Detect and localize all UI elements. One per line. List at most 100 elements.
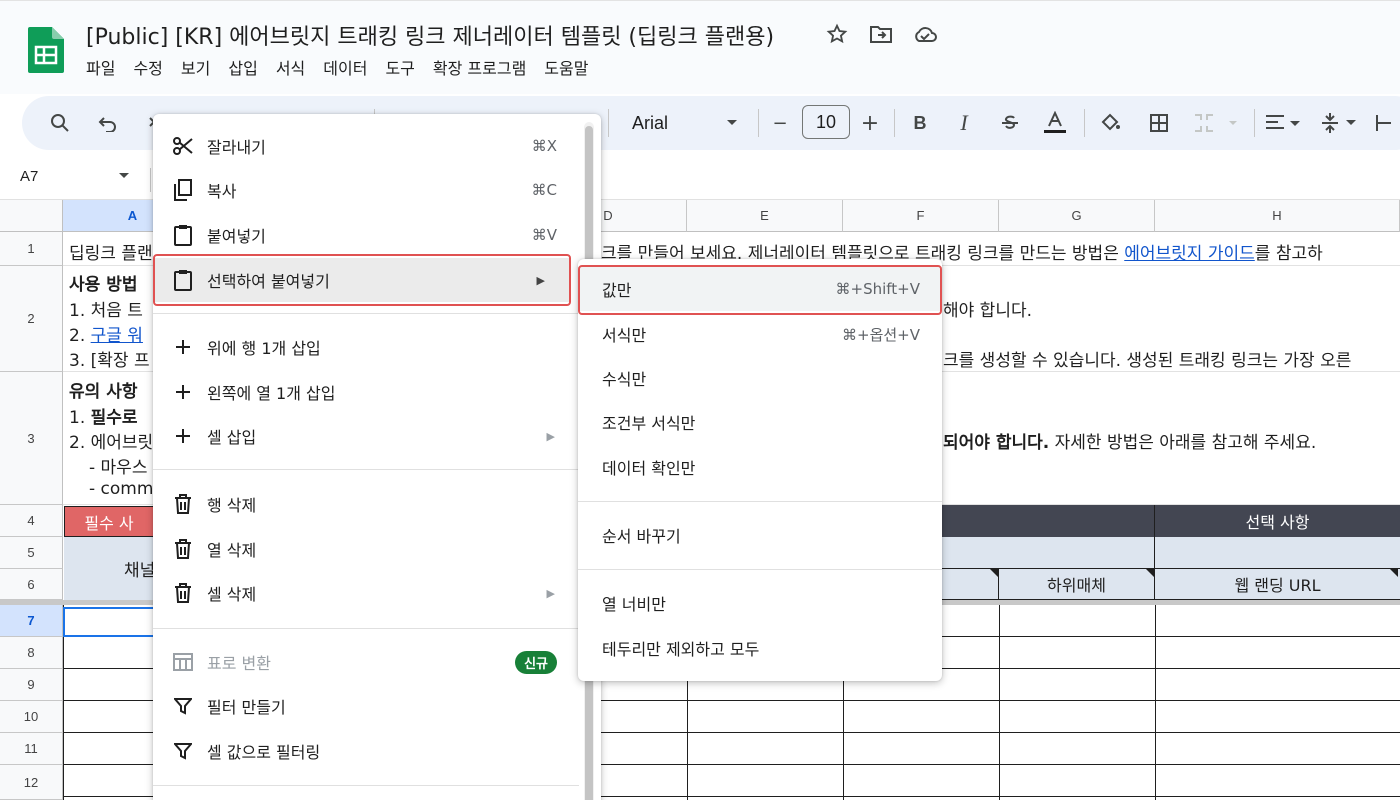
paste-format-only-menu-item[interactable]: 서식만 ⌘+옵션+V [578, 312, 942, 356]
row-header-5[interactable]: 5 [0, 537, 63, 569]
italic-button[interactable]: I [952, 96, 976, 150]
paste-column-widths-only-menu-item[interactable]: 열 너비만 [578, 581, 942, 625]
plus-icon [171, 424, 195, 448]
text-color-icon[interactable] [1038, 96, 1072, 150]
horizontal-align-icon[interactable] [1262, 96, 1306, 150]
notes-item-2-tail-text: 자세한 방법은 아래를 참고해 주세요. [1049, 433, 1317, 453]
menu-edit[interactable]: 수정 [133, 55, 162, 79]
row-header-4[interactable]: 4 [0, 505, 63, 537]
column-header-e[interactable]: E [687, 200, 843, 232]
vertical-align-icon[interactable] [1318, 96, 1362, 150]
row-header-11[interactable]: 11 [0, 733, 63, 765]
merge-cells-icon[interactable] [1190, 96, 1246, 150]
notes-item-1: 1. 필수로 [69, 403, 138, 428]
bold-button[interactable]: B [908, 96, 932, 150]
copy-shortcut: ⌘C [531, 181, 557, 199]
group-header-cell[interactable] [942, 537, 1155, 569]
row-header-8[interactable]: 8 [0, 637, 63, 669]
menu-help[interactable]: 도움말 [544, 55, 588, 79]
column-header-g[interactable]: G [999, 200, 1155, 232]
cell-a1[interactable]: 딥링크 플랜 [69, 239, 153, 264]
insert-cells-menu-item[interactable]: 셀 삽입 ▶ [153, 414, 579, 458]
menu-file[interactable]: 파일 [86, 55, 115, 79]
copy-menu-item[interactable]: 복사 ⌘C [153, 168, 579, 212]
selected-cell-a7[interactable] [63, 607, 155, 637]
move-folder-icon[interactable] [868, 21, 894, 47]
menu-insert[interactable]: 삽입 [228, 55, 257, 79]
row-header-2[interactable]: 2 [0, 266, 63, 372]
text-wrap-icon[interactable] [1372, 96, 1396, 150]
delete-column-menu-item[interactable]: 열 삭제 [153, 527, 579, 571]
f6-header-cell[interactable] [942, 569, 999, 600]
insert-cells-label: 셀 삽입 [207, 428, 257, 447]
menu-tools[interactable]: 도구 [385, 55, 414, 79]
menu-data[interactable]: 데이터 [323, 55, 367, 79]
increase-font-size-button[interactable]: + [858, 96, 882, 150]
paste-all-except-borders-menu-item[interactable]: 테두리만 제외하고 모두 [578, 626, 942, 670]
name-box-dropdown-icon[interactable] [118, 172, 130, 180]
row-header-6[interactable]: 6 [0, 569, 63, 600]
borders-icon[interactable] [1146, 96, 1172, 150]
menu-view[interactable]: 보기 [181, 55, 210, 79]
paste-menu-item[interactable]: 붙여넣기 ⌘V [153, 213, 579, 257]
values-only-highlight-box [578, 265, 942, 315]
filter-by-value-menu-item[interactable]: 셀 값으로 필터링 [153, 729, 579, 773]
filter-by-value-label: 셀 값으로 필터링 [207, 743, 321, 762]
menu-bar: 파일 수정 보기 삽입 서식 데이터 도구 확장 프로그램 도움말 [86, 55, 606, 79]
select-all-corner[interactable] [0, 200, 63, 232]
insert-row-above-menu-item[interactable]: 위에 행 1개 삽입 [153, 325, 579, 369]
scissors-icon [171, 134, 195, 158]
usage-step-3-tail: 크를 생성할 수 있습니다. 생성된 트래킹 링크는 가장 오른 [943, 351, 1352, 371]
font-family-value: Arial [632, 112, 669, 133]
usage-heading: 사용 방법 [69, 275, 138, 295]
menu-format[interactable]: 서식 [276, 55, 305, 79]
column-header-f[interactable]: F [843, 200, 999, 232]
row-header-1[interactable]: 1 [0, 232, 63, 266]
row-header-3[interactable]: 3 [0, 372, 63, 505]
cut-menu-item[interactable]: 잘라내기 ⌘X [153, 124, 579, 168]
delete-row-menu-item[interactable]: 행 삭제 [153, 482, 579, 526]
row-header-9[interactable]: 9 [0, 669, 63, 701]
decrease-font-size-button[interactable]: − [768, 96, 792, 150]
star-icon[interactable] [824, 21, 850, 47]
row-header-7[interactable]: 7 [0, 605, 63, 637]
paste-transposed-menu-item[interactable]: 순서 바꾸기 [578, 513, 942, 557]
trash-icon [171, 492, 195, 516]
strikethrough-icon[interactable] [996, 96, 1024, 150]
name-box[interactable]: A7 [20, 168, 38, 185]
fill-color-icon[interactable] [1096, 96, 1124, 150]
paste-data-validation-only-menu-item[interactable]: 데이터 확인만 [578, 445, 942, 489]
filter-icon [171, 694, 195, 718]
usage-step-1-tail: 해야 합니다. [943, 301, 1033, 321]
undo-icon[interactable] [94, 96, 122, 150]
search-icon[interactable] [46, 96, 74, 150]
cloud-saved-icon[interactable] [912, 21, 938, 47]
paste-conditional-format-only-label: 조건부 서식만 [602, 414, 696, 433]
copy-icon [171, 178, 195, 202]
menu-extensions[interactable]: 확장 프로그램 [433, 55, 526, 79]
trash-icon [171, 537, 195, 561]
web-landing-url-header-cell[interactable]: 웹 랜딩 URL [1155, 569, 1400, 600]
row-header-12[interactable]: 12 [0, 765, 63, 800]
google-workspace-link[interactable]: 구글 워 [91, 326, 143, 346]
airbridge-guide-link[interactable]: 에어브릿지 가이드 [1124, 244, 1255, 264]
sheets-logo-icon[interactable] [28, 27, 64, 73]
optional-group-cell[interactable] [1155, 537, 1400, 569]
sub-publisher-header-cell[interactable]: 하위매체 [999, 569, 1155, 600]
paste-conditional-format-only-menu-item[interactable]: 조건부 서식만 [578, 400, 942, 444]
document-title[interactable]: [Public] [KR] 에어브릿지 트래킹 링크 제너레이터 템플릿 (딥링… [86, 19, 774, 51]
filter-icon [171, 739, 195, 763]
insert-column-left-menu-item[interactable]: 왼쪽에 열 1개 삽입 [153, 370, 579, 414]
paste-special-submenu: 값만 ⌘+Shift+V 서식만 ⌘+옵션+V 수식만 조건부 서식만 데이터 … [578, 259, 942, 681]
paste-formula-only-menu-item[interactable]: 수식만 [578, 356, 942, 400]
delete-cells-menu-item[interactable]: 셀 삭제 ▶ [153, 571, 579, 615]
create-filter-menu-item[interactable]: 필터 만들기 [153, 684, 579, 728]
required-header-cell[interactable]: 필수 사 [64, 506, 154, 537]
notes-item-2-tail: 되어야 합니다. 자세한 방법은 아래를 참고해 주세요. [943, 428, 1316, 453]
column-header-h[interactable]: H [1155, 200, 1400, 232]
row-header-10[interactable]: 10 [0, 701, 63, 733]
optional-header-cell[interactable]: 선택 사항 [1155, 505, 1400, 537]
convert-to-table-menu-item[interactable]: 표로 변환 신규 [153, 640, 579, 684]
font-size-input[interactable]: 10 [802, 105, 850, 139]
font-dropdown-icon[interactable] [722, 96, 742, 150]
